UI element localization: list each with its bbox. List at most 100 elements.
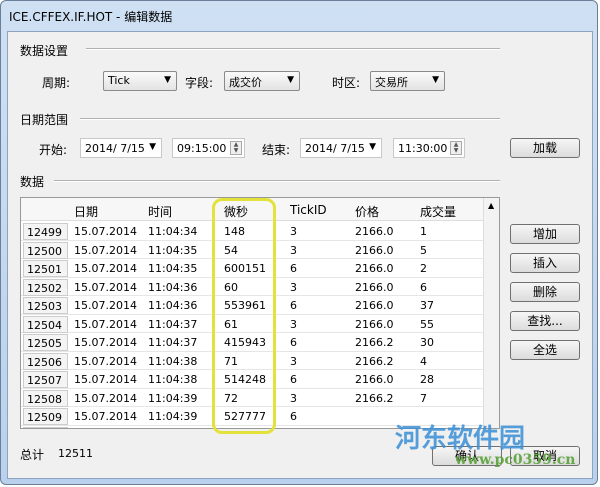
cell-time[interactable]: 11:04:36 bbox=[148, 281, 197, 294]
vertical-scrollbar[interactable]: ▲ bbox=[483, 198, 499, 428]
col-time[interactable]: 时间 bbox=[148, 203, 172, 220]
cell-price[interactable]: 2166.0 bbox=[355, 318, 394, 331]
cell-volume[interactable]: 28 bbox=[420, 373, 434, 386]
cell-volume[interactable]: 55 bbox=[420, 318, 434, 331]
cell-tickid[interactable]: 6 bbox=[290, 299, 297, 312]
cell-volume[interactable]: 37 bbox=[420, 299, 434, 312]
cell-date[interactable]: 15.07.2014 bbox=[74, 336, 137, 349]
row-number[interactable]: 12505 bbox=[23, 334, 68, 351]
row-number[interactable]: 12509 bbox=[23, 408, 68, 425]
cell-time[interactable]: 11:04:40 bbox=[148, 429, 197, 430]
cell-volume[interactable]: 2 bbox=[420, 262, 427, 275]
cell-tickid[interactable]: 3 bbox=[290, 429, 297, 430]
cell-time[interactable]: 11:04:35 bbox=[148, 244, 197, 257]
period-select[interactable]: Tick ▼ bbox=[103, 71, 177, 91]
cell-date[interactable]: 15.07.2014 bbox=[74, 281, 137, 294]
cell-volume[interactable]: 4 bbox=[420, 355, 427, 368]
load-button[interactable]: 加载 bbox=[510, 138, 580, 158]
cell-date[interactable]: 15.07.2014 bbox=[74, 355, 137, 368]
col-price[interactable]: 价格 bbox=[355, 203, 379, 220]
cell-price[interactable]: 2166.0 bbox=[355, 373, 394, 386]
cell-time[interactable]: 11:04:39 bbox=[148, 392, 197, 405]
end-label: 结束: bbox=[262, 143, 291, 157]
start-label: 开始: bbox=[39, 143, 68, 157]
divider bbox=[80, 118, 500, 120]
cell-tickid[interactable]: 3 bbox=[290, 225, 297, 238]
cell-tickid[interactable]: 3 bbox=[290, 355, 297, 368]
period-label: 周期: bbox=[42, 76, 71, 90]
cell-date[interactable]: 15.07.2014 bbox=[74, 318, 137, 331]
row-number[interactable]: 12506 bbox=[23, 352, 68, 370]
cell-date[interactable]: 15.07.2014 bbox=[74, 429, 137, 430]
cell-tickid[interactable]: 3 bbox=[290, 281, 297, 294]
col-volume[interactable]: 成交量 bbox=[420, 203, 456, 220]
cell-price[interactable]: 2166.2 bbox=[355, 392, 394, 405]
row-number[interactable]: 12507 bbox=[23, 371, 68, 388]
cell-volume[interactable]: 6 bbox=[420, 281, 427, 294]
row-number[interactable]: 12501 bbox=[23, 260, 68, 277]
cell-price[interactable]: 2166.0 bbox=[355, 299, 394, 312]
timezone-select[interactable]: 交易所 ▼ bbox=[370, 71, 445, 91]
cell-date[interactable]: 15.07.2014 bbox=[74, 244, 137, 257]
select-all-button[interactable]: 全选 bbox=[510, 340, 580, 360]
insert-button[interactable]: 插入 bbox=[510, 253, 580, 273]
cell-tickid[interactable]: 3 bbox=[290, 244, 297, 257]
start-date-picker[interactable]: 2014/ 7/15 ▼ bbox=[80, 138, 162, 158]
cell-tickid[interactable]: 3 bbox=[290, 392, 297, 405]
find-button[interactable]: 查找... bbox=[510, 311, 580, 331]
row-number[interactable]: 12500 bbox=[23, 241, 68, 259]
cell-tickid[interactable]: 6 bbox=[290, 373, 297, 386]
delete-button[interactable]: 删除 bbox=[510, 282, 580, 302]
end-date-picker[interactable]: 2014/ 7/15 ▼ bbox=[300, 138, 382, 158]
cell-time[interactable]: 11:04:36 bbox=[148, 299, 197, 312]
cell-date[interactable]: 15.07.2014 bbox=[74, 373, 137, 386]
spinner-icon[interactable]: ▲ ▼ bbox=[450, 141, 462, 155]
cell-time[interactable]: 11:04:38 bbox=[148, 373, 197, 386]
end-time-input[interactable]: 11:30:00 ▲ ▼ bbox=[393, 138, 465, 158]
cell-date[interactable]: 15.07.2014 bbox=[74, 392, 137, 405]
row-number[interactable]: 12502 bbox=[23, 278, 68, 296]
cell-time[interactable]: 11:04:37 bbox=[148, 336, 197, 349]
cell-price[interactable]: 2166.0 bbox=[355, 281, 394, 294]
chevron-down-icon: ▼ bbox=[164, 75, 171, 85]
col-tickid[interactable]: TickID bbox=[290, 203, 327, 217]
scroll-up-icon[interactable]: ▲ bbox=[488, 201, 494, 210]
cell-price[interactable]: 2166.0 bbox=[355, 262, 394, 275]
row-number[interactable]: 12508 bbox=[23, 389, 68, 407]
cell-time[interactable]: 11:04:37 bbox=[148, 318, 197, 331]
col-date[interactable]: 日期 bbox=[74, 203, 98, 220]
cell-date[interactable]: 15.07.2014 bbox=[74, 262, 137, 275]
cell-price[interactable]: 2166.2 bbox=[355, 355, 394, 368]
cell-volume[interactable]: 30 bbox=[420, 336, 434, 349]
section-date-range: 日期范围 bbox=[20, 113, 69, 127]
cell-tickid[interactable]: 6 bbox=[290, 262, 297, 275]
cell-volume[interactable]: 7 bbox=[420, 392, 427, 405]
row-number[interactable]: 12499 bbox=[23, 223, 68, 240]
chevron-down-icon: ▼ bbox=[149, 142, 156, 152]
cell-date[interactable]: 15.07.2014 bbox=[74, 225, 137, 238]
spinner-icon[interactable]: ▲ ▼ bbox=[230, 141, 242, 155]
cell-volume[interactable]: 5 bbox=[420, 244, 427, 257]
cell-time[interactable]: 11:04:35 bbox=[148, 262, 197, 275]
section-data-settings: 数据设置 bbox=[20, 44, 69, 58]
cell-price[interactable]: 2166.0 bbox=[355, 244, 394, 257]
cell-tickid[interactable]: 6 bbox=[290, 410, 297, 423]
cell-time[interactable]: 11:04:39 bbox=[148, 410, 197, 423]
row-number[interactable]: 12503 bbox=[23, 297, 68, 314]
cell-time[interactable]: 11:04:34 bbox=[148, 225, 197, 238]
cell-tickid[interactable]: 3 bbox=[290, 318, 297, 331]
row-number[interactable]: 12504 bbox=[23, 315, 68, 333]
cell-price[interactable]: 2166.0 bbox=[355, 225, 394, 238]
start-time-input[interactable]: 09:15:00 ▲ ▼ bbox=[172, 138, 245, 158]
section-data: 数据 bbox=[20, 175, 45, 189]
field-select[interactable]: 成交价 ▼ bbox=[224, 71, 300, 91]
cell-date[interactable]: 15.07.2014 bbox=[74, 410, 137, 423]
cell-time[interactable]: 11:04:38 bbox=[148, 355, 197, 368]
cell-volume[interactable]: 1 bbox=[420, 225, 427, 238]
add-button[interactable]: 增加 bbox=[510, 224, 580, 244]
period-value: Tick bbox=[108, 74, 130, 87]
cell-tickid[interactable]: 6 bbox=[290, 336, 297, 349]
cell-date[interactable]: 15.07.2014 bbox=[74, 299, 137, 312]
row-number[interactable]: 12510 bbox=[23, 426, 68, 428]
cell-price[interactable]: 2166.2 bbox=[355, 336, 394, 349]
